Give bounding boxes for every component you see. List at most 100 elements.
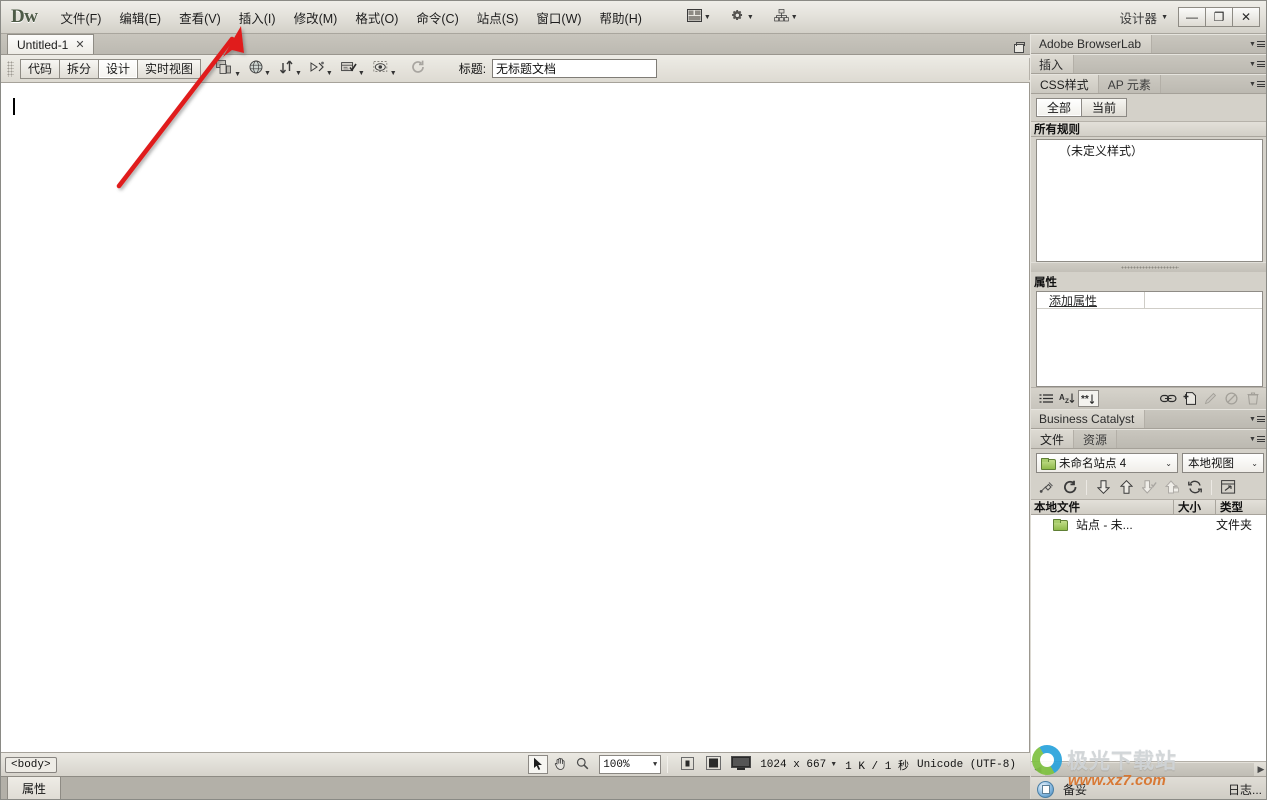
expand-panel-button[interactable]	[1217, 478, 1239, 496]
tab-assets[interactable]: 资源	[1074, 430, 1118, 448]
hand-tool-button[interactable]	[550, 755, 570, 774]
panel-options-menu-icon[interactable]: ▼	[1246, 410, 1266, 428]
column-header-type[interactable]: 类型	[1216, 500, 1266, 514]
tab-files[interactable]: 文件	[1031, 430, 1075, 448]
column-header-local-files[interactable]: 本地文件	[1031, 500, 1174, 514]
tag-selector-body[interactable]: <body>	[5, 756, 57, 773]
column-header-size[interactable]: 大小	[1174, 500, 1216, 514]
mobile-size-button[interactable]	[676, 755, 698, 774]
menu-file[interactable]: 文件(F)	[51, 4, 110, 31]
list-item[interactable]: 站点 - 未... 文件夹	[1031, 516, 1266, 533]
layout-switcher-button[interactable]: ▼	[683, 7, 715, 27]
chevron-down-icon[interactable]: ▼	[830, 761, 837, 768]
panel-options-menu-icon[interactable]: ▼	[1246, 430, 1266, 448]
tab-css-styles[interactable]: CSS样式	[1031, 75, 1099, 93]
edit-rule-button[interactable]	[1200, 390, 1221, 407]
code-view-button[interactable]: 代码	[20, 58, 61, 79]
close-button[interactable]: ✕	[1232, 7, 1260, 27]
panel-options-menu-icon[interactable]: ▼	[1246, 35, 1266, 53]
files-list[interactable]: 站点 - 未... 文件夹	[1031, 515, 1266, 761]
live-view-inspect-button[interactable]: ▼	[370, 58, 400, 79]
menu-commands[interactable]: 命令(C)	[407, 4, 467, 31]
get-files-icon	[1096, 480, 1110, 494]
connect-to-remote-button[interactable]	[1036, 478, 1058, 496]
category-view-button[interactable]	[1036, 390, 1057, 407]
css-scope-current-button[interactable]: 当前	[1081, 98, 1128, 117]
set-properties-view-button[interactable]: **	[1078, 390, 1099, 407]
multiscreen-preview-button[interactable]: ▼	[213, 58, 244, 80]
site-network-button[interactable]: ▼	[770, 7, 802, 27]
menu-help[interactable]: 帮助(H)	[591, 4, 651, 31]
site-select[interactable]: 未命名站点 4 ⌄	[1036, 453, 1178, 473]
live-view-button[interactable]: 实时视图	[137, 58, 202, 79]
chevron-down-icon[interactable]: ▼	[1161, 14, 1168, 21]
zoom-level-select[interactable]: 100% ▼	[599, 755, 662, 774]
document-title-input[interactable]	[492, 59, 658, 78]
check-in-button[interactable]	[1161, 478, 1183, 496]
scroll-right-icon[interactable]: ▶	[1254, 764, 1266, 775]
chevron-down-icon: ▼	[294, 70, 302, 77]
menu-site[interactable]: 站点(S)	[468, 4, 528, 31]
menu-view[interactable]: 查看(V)	[170, 4, 230, 31]
put-files-button[interactable]	[1115, 478, 1137, 496]
document-dimensions[interactable]: 1024 x 667	[760, 759, 826, 771]
split-view-button[interactable]: 拆分	[59, 58, 100, 79]
desktop-size-button[interactable]	[728, 755, 754, 774]
menu-window[interactable]: 窗口(W)	[527, 4, 590, 31]
new-css-rule-button[interactable]	[1179, 390, 1200, 407]
insert-panel-header[interactable]: 插入 ▼	[1031, 54, 1266, 74]
extension-settings-button[interactable]: ▼	[727, 7, 758, 28]
view-select[interactable]: 本地视图 ⌄	[1182, 453, 1264, 473]
business-catalyst-status-icon[interactable]	[1037, 780, 1054, 798]
css-scope-all-button[interactable]: 全部	[1036, 98, 1083, 117]
menu-insert[interactable]: 插入(I)	[230, 4, 285, 31]
get-files-button[interactable]	[1092, 478, 1114, 496]
css-properties-grid[interactable]: 添加属性	[1036, 291, 1263, 387]
properties-tab[interactable]: 属性	[7, 777, 62, 799]
document-tab-untitled-1[interactable]: Untitled-1 ✕	[7, 34, 94, 54]
design-canvas[interactable]	[1, 83, 1030, 752]
toolbar-grip[interactable]	[7, 60, 14, 77]
add-property-link[interactable]: 添加属性	[1049, 292, 1097, 309]
tablet-size-button[interactable]	[702, 755, 724, 774]
attach-stylesheet-button[interactable]	[1158, 390, 1179, 407]
menu-modify[interactable]: 修改(M)	[285, 4, 347, 31]
minimize-button[interactable]: —	[1178, 7, 1206, 27]
close-icon[interactable]: ✕	[75, 38, 84, 51]
browserlab-panel-header[interactable]: Adobe BrowserLab ▼	[1031, 34, 1266, 54]
file-management-button[interactable]: ▼	[276, 58, 305, 79]
code-navigator-button[interactable]: ▼	[307, 58, 336, 79]
delete-property-button[interactable]	[1242, 390, 1263, 407]
validate-markup-button[interactable]: ▼	[338, 58, 368, 79]
add-property-cell[interactable]: 添加属性	[1037, 292, 1145, 308]
chevron-down-icon: ▼	[790, 13, 798, 21]
workspace-switcher-label[interactable]: 设计器	[1112, 5, 1162, 30]
property-value-cell[interactable]	[1145, 292, 1262, 308]
disable-property-button[interactable]	[1221, 390, 1242, 407]
restore-window-icon[interactable]	[1012, 41, 1025, 53]
menu-format[interactable]: 格式(O)	[346, 4, 407, 31]
refresh-button[interactable]	[408, 58, 429, 79]
scrollbar-track[interactable]	[1045, 762, 1254, 776]
zoom-tool-button[interactable]	[572, 755, 592, 774]
css-rule-item[interactable]: （未定义样式）	[1037, 140, 1262, 161]
panel-resize-handle[interactable]	[1031, 262, 1266, 272]
log-button[interactable]: 日志...	[1228, 781, 1262, 798]
select-tool-button[interactable]	[528, 755, 549, 774]
css-rules-list[interactable]: （未定义样式）	[1036, 139, 1263, 262]
files-horizontal-scrollbar[interactable]: ◀ ▶	[1031, 761, 1266, 776]
menu-edit[interactable]: 编辑(E)	[110, 4, 170, 31]
tab-ap-elements[interactable]: AP 元素	[1098, 75, 1161, 93]
table-row[interactable]: 添加属性	[1037, 292, 1262, 309]
panel-options-menu-icon[interactable]: ▼	[1246, 75, 1266, 93]
maximize-button[interactable]: ❐	[1205, 7, 1233, 27]
scroll-left-icon[interactable]: ◀	[1031, 764, 1045, 775]
alphabetical-view-button[interactable]: A Z	[1057, 390, 1078, 407]
refresh-files-button[interactable]	[1059, 478, 1081, 496]
synchronize-button[interactable]	[1184, 478, 1206, 496]
business-catalyst-panel-header[interactable]: Business Catalyst ▼	[1031, 409, 1266, 429]
panel-options-menu-icon[interactable]: ▼	[1246, 55, 1266, 73]
design-view-button[interactable]: 设计	[98, 58, 139, 79]
preview-in-browser-button[interactable]: ▼	[246, 58, 274, 79]
check-out-button[interactable]	[1138, 478, 1160, 496]
